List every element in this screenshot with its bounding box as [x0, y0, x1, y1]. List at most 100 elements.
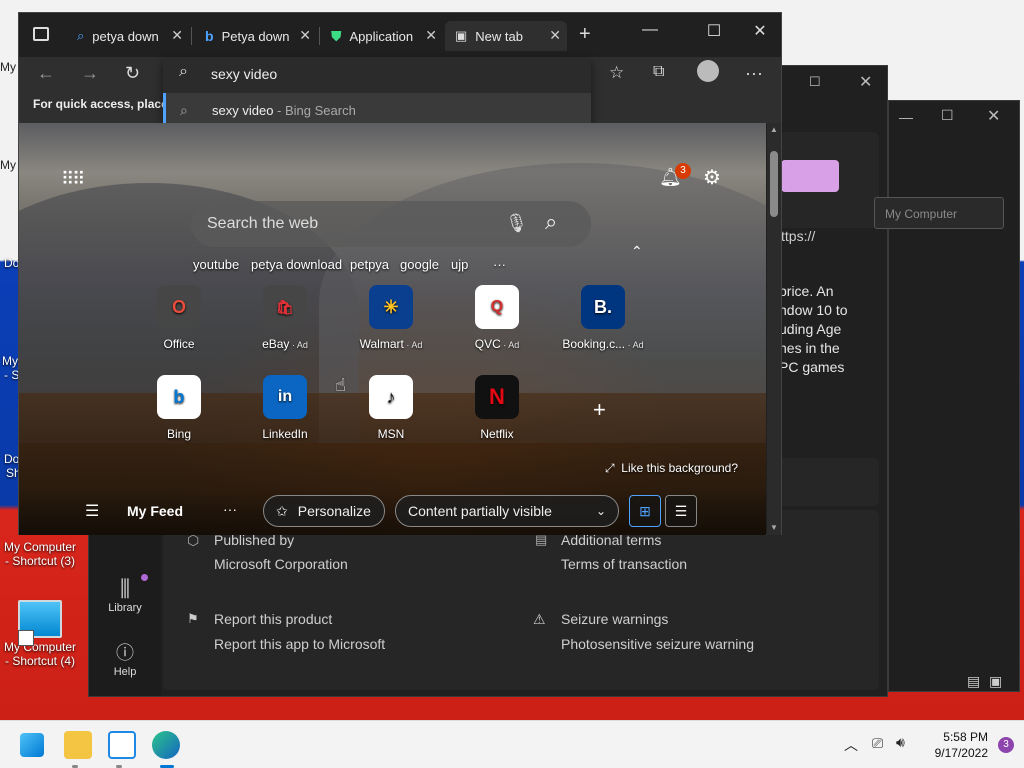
like-background-link[interactable]: ⤢ Like this background? [605, 461, 738, 476]
show-hidden-icons-icon[interactable]: ︿ [844, 735, 858, 755]
quick-link-ujp[interactable]: ujp [451, 257, 468, 272]
more-quick-links-icon[interactable]: ··· [493, 257, 506, 272]
report-app-link[interactable]: Report this app to Microsoft [214, 636, 385, 652]
collections-icon[interactable]: ⧉ [653, 63, 664, 81]
tile-msn[interactable]: ♪ MSN [341, 375, 441, 441]
address-input[interactable]: sexy video [211, 66, 277, 82]
sidebar-item-library[interactable]: ⫼ Library [97, 576, 153, 614]
scroll-down-icon[interactable]: ▼ [770, 523, 778, 532]
seizure-warning-link[interactable]: Photosensitive seizure warning [561, 636, 754, 652]
expand-icon: ⤢ [605, 461, 615, 475]
edge-browser-window[interactable]: ⌕ petya down ✕ b Petya down ✕ ⛊ Applicat… [18, 12, 782, 535]
close-tab-icon[interactable]: ✕ [299, 27, 311, 44]
quick-link-youtube[interactable]: youtube [193, 257, 239, 272]
tab-petya-download-1[interactable]: ⌕ petya down ✕ [67, 21, 189, 51]
tile-qvc[interactable]: Q QVC · Ad [447, 285, 547, 351]
tile-office[interactable]: O Office [129, 285, 229, 351]
tile-booking[interactable]: B. Booking.c... · Ad [553, 285, 653, 351]
desktop-icon-fragment[interactable]: My [2, 354, 18, 368]
close-icon[interactable]: ✕ [987, 106, 1000, 126]
ad-label: · Ad [625, 340, 644, 350]
account-field[interactable]: My Computer [874, 197, 1004, 229]
tab-new-tab[interactable]: ▣ New tab ✕ [445, 21, 567, 51]
list-view-icon[interactable]: ▤ [967, 673, 980, 690]
minimize-icon[interactable]: — [899, 109, 913, 125]
tab-label: New tab [475, 28, 523, 44]
search-icon: ⌕ [180, 102, 188, 118]
content-visibility-dropdown[interactable]: Content partially visible ⌄ [395, 495, 619, 527]
tile-label: Netflix [480, 427, 514, 441]
new-tab-plus-icon[interactable]: + [579, 23, 591, 46]
sparkle-icon: ✩ [276, 502, 288, 519]
search-icon[interactable]: ⌕ [545, 209, 557, 235]
purchase-button[interactable] [781, 160, 839, 192]
menu-icon[interactable]: ☰ [85, 501, 99, 521]
collapse-chevron-icon[interactable]: ⌃ [631, 243, 643, 260]
desktop-icon-fragment[interactable]: My [0, 60, 16, 74]
tile-linkedin[interactable]: in LinkedIn [235, 375, 335, 441]
my-feed-title[interactable]: My Feed [127, 503, 183, 519]
url-fragment[interactable]: ttps:// [781, 228, 815, 244]
quick-link-petpya[interactable]: petpya [350, 257, 389, 272]
background-window[interactable]: — ☐ ✕ ▤ ▣ [888, 100, 1020, 692]
web-search-input[interactable]: Search the web [191, 201, 591, 247]
refresh-icon[interactable]: ↻ [125, 63, 140, 84]
address-bar-dropdown[interactable]: ⌕ sexy video ⌕ sexy video - Bing Search [163, 57, 591, 133]
edge-icon[interactable] [152, 731, 180, 759]
report-product-label: Report this product [214, 611, 333, 627]
page-scrollbar[interactable]: ▲ ▼ [767, 123, 781, 535]
tab-actions-icon[interactable] [33, 27, 49, 41]
forward-icon[interactable]: → [81, 63, 99, 84]
close-tab-icon[interactable]: ✕ [425, 27, 437, 44]
close-tab-icon[interactable]: ✕ [549, 27, 561, 44]
close-icon[interactable]: ✕ [745, 21, 775, 41]
quick-link-petya-download[interactable]: petya download [251, 257, 342, 272]
tile-bing[interactable]: b Bing [129, 375, 229, 441]
grid-layout-icon[interactable]: ⊞ [629, 495, 661, 527]
desktop-icon-my-computer-4[interactable]: My Computer - Shortcut (4) [0, 600, 80, 668]
quick-link-google[interactable]: google [400, 257, 439, 272]
volume-icon[interactable]: 🔊︎ [896, 734, 905, 751]
tile-walmart[interactable]: ✳ Walmart · Ad [341, 285, 441, 351]
scroll-up-icon[interactable]: ▲ [770, 125, 778, 134]
desktop-icon-my-computer-3[interactable]: My Computer - Shortcut (3) [0, 540, 80, 568]
profile-avatar[interactable] [697, 60, 719, 82]
tile-ebay[interactable]: 🛍︎ eBay · Ad [235, 285, 335, 351]
notification-badge[interactable]: 3 [998, 737, 1014, 753]
suggestion-text: sexy video - Bing Search [212, 103, 356, 118]
list-layout-icon[interactable]: ☰ [665, 495, 697, 527]
favorites-icon[interactable]: ☆ [609, 63, 624, 83]
search-icon: ⌕ [77, 28, 85, 43]
maximize-icon[interactable]: ☐ [699, 21, 729, 41]
clock[interactable]: 5:58 PM 9/17/2022 [935, 729, 988, 761]
tab-petya-download-2[interactable]: b Petya down ✕ [195, 21, 317, 51]
minimize-icon[interactable]: — [635, 21, 665, 39]
network-icon[interactable]: ⎚ [872, 735, 883, 752]
scroll-thumb[interactable] [770, 151, 778, 217]
file-explorer-icon[interactable] [64, 731, 92, 759]
personalize-button[interactable]: ✩ Personalize [263, 495, 385, 527]
close-icon[interactable]: ✕ [859, 72, 872, 92]
tile-netflix[interactable]: N Netflix [447, 375, 547, 441]
maximize-icon[interactable]: ☐ [941, 107, 954, 124]
settings-gear-icon[interactable]: ⚙ [703, 165, 721, 190]
add-site-icon[interactable]: + [593, 397, 606, 423]
close-tab-icon[interactable]: ✕ [171, 27, 183, 44]
store-icon[interactable] [108, 731, 136, 759]
terms-of-transaction-link[interactable]: Terms of transaction [561, 556, 687, 572]
bing-icon: b [205, 28, 214, 44]
more-icon[interactable]: ··· [745, 63, 763, 84]
sidebar-item-help[interactable]: ⓘ Help [97, 640, 153, 678]
desktop-icon-fragment[interactable]: My [0, 158, 16, 172]
microphone-icon[interactable]: 🎙︎ [505, 213, 528, 234]
back-icon[interactable]: ← [37, 63, 55, 84]
maximize-icon[interactable]: ☐ [809, 74, 821, 90]
grid-view-icon[interactable]: ▣ [989, 673, 1002, 690]
monitor-icon [18, 600, 62, 646]
apps-grid-icon[interactable]: ⠿⠿ [61, 169, 85, 190]
feed-more-icon[interactable]: ··· [223, 501, 237, 517]
description-line: price. An [779, 283, 834, 299]
tab-application[interactable]: ⛊ Application ✕ [321, 21, 443, 51]
tab-label: petya down [92, 28, 159, 44]
start-icon[interactable] [20, 733, 44, 757]
